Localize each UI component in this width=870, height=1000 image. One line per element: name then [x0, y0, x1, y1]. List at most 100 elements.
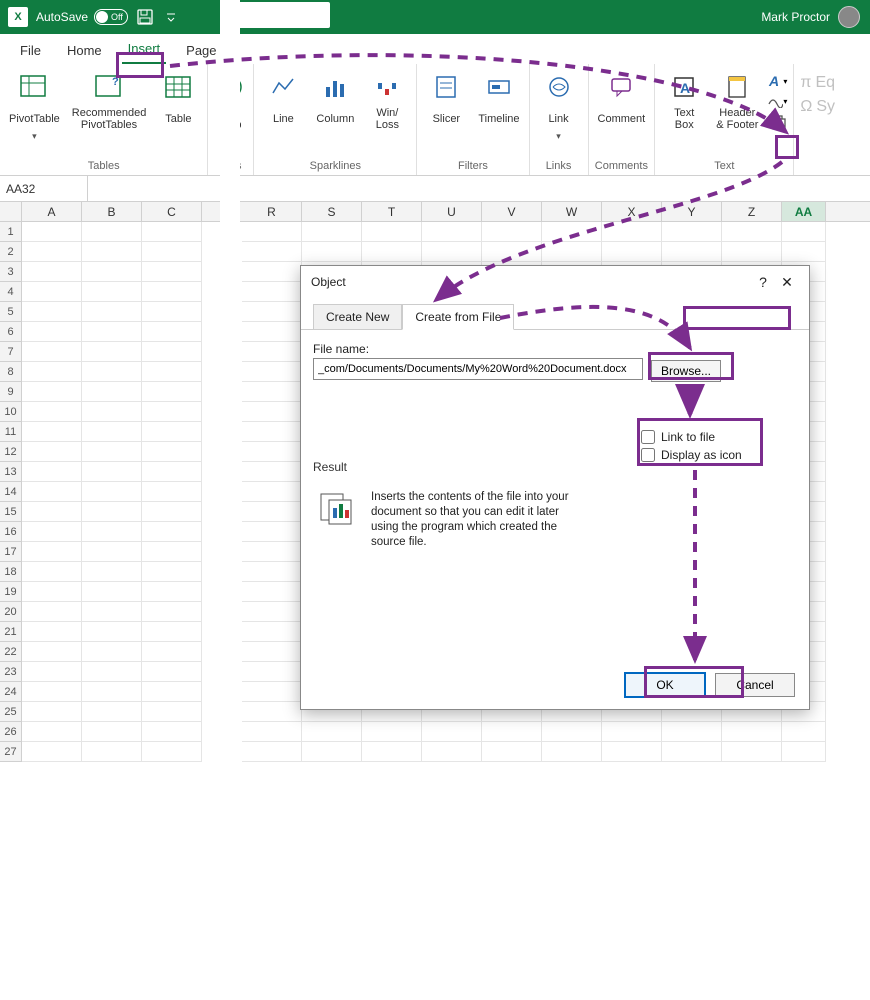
column-header-X[interactable]: X: [602, 202, 662, 221]
column-header-B[interactable]: B: [82, 202, 142, 221]
cell[interactable]: [142, 342, 202, 362]
cell[interactable]: [242, 502, 302, 522]
row-header[interactable]: 4: [0, 282, 22, 302]
cell[interactable]: [242, 742, 302, 762]
cell[interactable]: [542, 722, 602, 742]
row-header[interactable]: 2: [0, 242, 22, 262]
cell[interactable]: [242, 702, 302, 722]
cell[interactable]: [22, 642, 82, 662]
cell[interactable]: [22, 502, 82, 522]
cell[interactable]: [22, 722, 82, 742]
cell[interactable]: [82, 602, 142, 622]
cell[interactable]: [142, 382, 202, 402]
cell[interactable]: [22, 662, 82, 682]
cell[interactable]: [542, 242, 602, 262]
cell[interactable]: [242, 662, 302, 682]
cell[interactable]: [142, 322, 202, 342]
row-header[interactable]: 15: [0, 502, 22, 522]
row-header[interactable]: 18: [0, 562, 22, 582]
row-header[interactable]: 5: [0, 302, 22, 322]
cell[interactable]: [662, 242, 722, 262]
cell[interactable]: [242, 282, 302, 302]
row-header[interactable]: 13: [0, 462, 22, 482]
cell[interactable]: [362, 722, 422, 742]
row-header[interactable]: 14: [0, 482, 22, 502]
column-header-C[interactable]: C: [142, 202, 202, 221]
cell[interactable]: [722, 242, 782, 262]
cell[interactable]: [142, 662, 202, 682]
cell[interactable]: [22, 262, 82, 282]
cell[interactable]: [22, 522, 82, 542]
cell[interactable]: [662, 222, 722, 242]
cancel-button[interactable]: Cancel: [715, 673, 795, 697]
cell[interactable]: [242, 542, 302, 562]
cell[interactable]: [242, 562, 302, 582]
cell[interactable]: [722, 722, 782, 742]
cell[interactable]: [722, 222, 782, 242]
dialog-close-icon[interactable]: ✕: [775, 270, 799, 294]
cell[interactable]: [242, 442, 302, 462]
cell[interactable]: [22, 462, 82, 482]
cell[interactable]: [142, 442, 202, 462]
cell[interactable]: [82, 522, 142, 542]
slicer-button[interactable]: Slicer: [423, 68, 469, 134]
cell[interactable]: [142, 542, 202, 562]
browse-button[interactable]: Browse...: [651, 360, 721, 382]
cell[interactable]: [782, 722, 826, 742]
cell[interactable]: [482, 222, 542, 242]
row-header[interactable]: 1: [0, 222, 22, 242]
cell[interactable]: [242, 422, 302, 442]
cell[interactable]: [142, 242, 202, 262]
cell[interactable]: [82, 402, 142, 422]
comment-button[interactable]: Comment: [595, 68, 649, 134]
cell[interactable]: [22, 402, 82, 422]
dialog-help-icon[interactable]: ?: [751, 270, 775, 294]
cell[interactable]: [22, 382, 82, 402]
cell[interactable]: [22, 742, 82, 762]
pivottable-button[interactable]: PivotTable ▾: [6, 68, 63, 141]
cell[interactable]: [22, 242, 82, 262]
cell[interactable]: [142, 682, 202, 702]
cell[interactable]: [542, 222, 602, 242]
cell[interactable]: [782, 242, 826, 262]
cell[interactable]: [142, 742, 202, 762]
cell[interactable]: [602, 722, 662, 742]
sparkline-column-button[interactable]: Column: [312, 68, 358, 134]
formula-bar[interactable]: [88, 176, 870, 201]
row-header[interactable]: 9: [0, 382, 22, 402]
cell[interactable]: [242, 642, 302, 662]
cell[interactable]: [142, 602, 202, 622]
cell[interactable]: [82, 282, 142, 302]
cell[interactable]: [82, 562, 142, 582]
row-header[interactable]: 8: [0, 362, 22, 382]
header-footer-button[interactable]: Header & Footer: [713, 68, 761, 134]
cell[interactable]: [242, 242, 302, 262]
sparkline-winloss-button[interactable]: Win/ Loss: [364, 68, 410, 134]
cell[interactable]: [142, 302, 202, 322]
cell[interactable]: [142, 562, 202, 582]
cell[interactable]: [22, 622, 82, 642]
cell[interactable]: [422, 222, 482, 242]
cell[interactable]: [22, 422, 82, 442]
cell[interactable]: [142, 222, 202, 242]
document-title[interactable]: [238, 2, 330, 28]
signature-line-icon[interactable]: ▾: [767, 92, 787, 110]
column-header-Z[interactable]: Z: [722, 202, 782, 221]
cell[interactable]: [22, 542, 82, 562]
cell[interactable]: [302, 222, 362, 242]
symbol-icon[interactable]: Ω: [800, 98, 812, 116]
cell[interactable]: [142, 522, 202, 542]
cell[interactable]: [22, 442, 82, 462]
row-header[interactable]: 27: [0, 742, 22, 762]
column-header-V[interactable]: V: [482, 202, 542, 221]
cell[interactable]: [242, 522, 302, 542]
cell[interactable]: [482, 742, 542, 762]
cell[interactable]: [242, 602, 302, 622]
cell[interactable]: [422, 722, 482, 742]
cell[interactable]: [82, 582, 142, 602]
cell[interactable]: [82, 682, 142, 702]
cell[interactable]: [362, 242, 422, 262]
autosave-toggle[interactable]: AutoSave Off: [36, 9, 128, 25]
cell[interactable]: [602, 222, 662, 242]
cell[interactable]: [602, 242, 662, 262]
